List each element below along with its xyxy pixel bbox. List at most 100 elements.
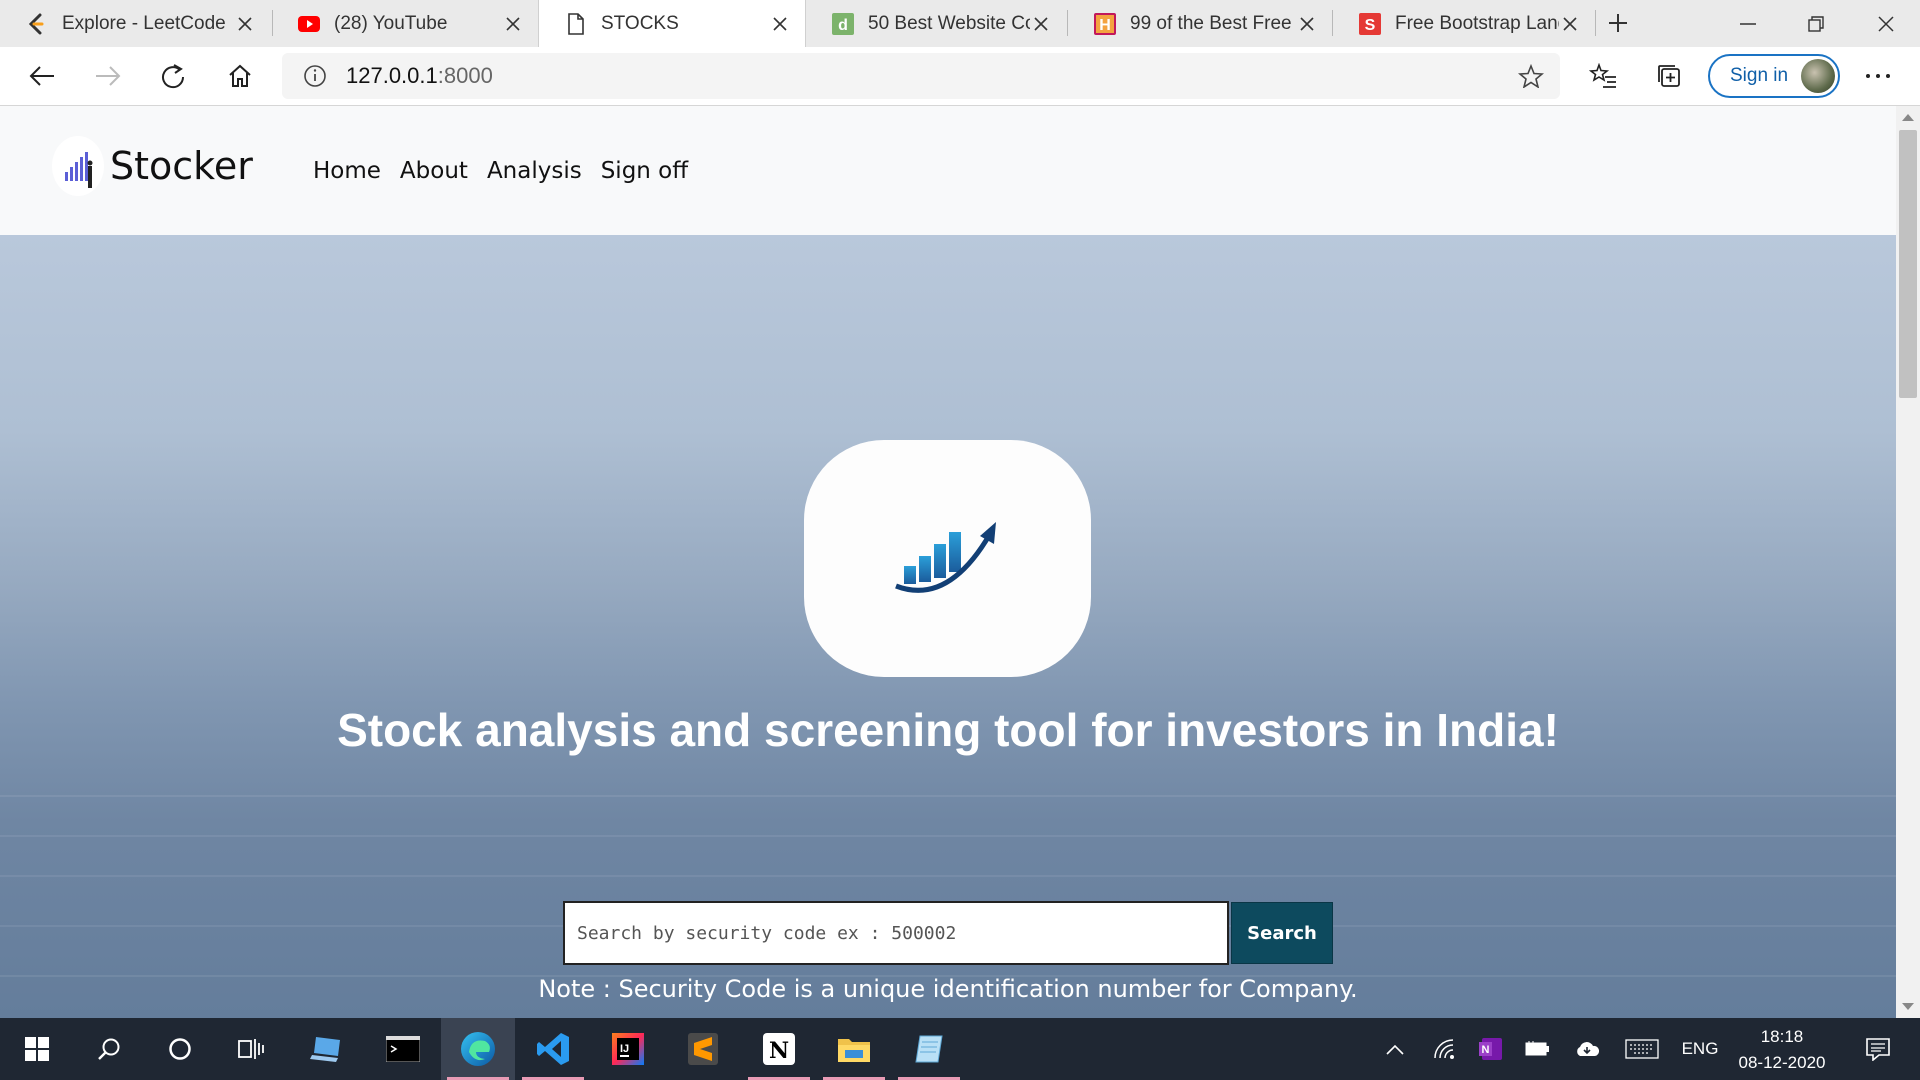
hero-headline: Stock analysis and screening tool for in…: [337, 704, 1559, 756]
page-scrollbar[interactable]: [1896, 106, 1920, 1018]
sign-in-button[interactable]: Sign in: [1708, 54, 1840, 98]
notification-icon: [1866, 1038, 1890, 1061]
collections-icon: [1658, 65, 1680, 87]
svg-text:d: d: [838, 17, 848, 34]
tab-leetcode[interactable]: Explore - LeetCode: [0, 0, 270, 47]
close-icon[interactable]: [502, 13, 524, 35]
tab-title: Explore - LeetCode: [62, 12, 226, 34]
back-arrow-icon: [29, 66, 54, 86]
start-button[interactable]: [0, 1018, 74, 1080]
close-icon[interactable]: [1559, 13, 1581, 35]
more-menu-button[interactable]: [1858, 56, 1898, 96]
back-button[interactable]: [22, 56, 62, 96]
tab-title: (28) YouTube: [334, 12, 448, 34]
avatar: [1801, 59, 1835, 93]
windows-logo-icon: [25, 1037, 49, 1061]
url-port: :8000: [437, 63, 493, 88]
tab-divider: [1595, 10, 1596, 36]
growth-chart-icon: [894, 521, 996, 593]
onenote-icon: N: [1479, 1038, 1502, 1060]
brand[interactable]: Stocker: [52, 136, 253, 196]
svg-text:N: N: [769, 1038, 789, 1064]
touch-keyboard-button[interactable]: [1622, 1018, 1662, 1080]
taskbar-notion-app[interactable]: N: [742, 1018, 816, 1080]
url-host: 127.0.0.1: [346, 63, 438, 88]
minimize-button[interactable]: [1714, 0, 1782, 47]
svg-text:N: N: [1482, 1044, 1490, 1056]
scrollbar-thumb[interactable]: [1899, 130, 1917, 398]
scroll-up-icon[interactable]: [1902, 114, 1914, 121]
language-indicator[interactable]: ENG: [1674, 1018, 1726, 1080]
star-icon[interactable]: [1518, 64, 1544, 88]
close-icon[interactable]: [234, 13, 256, 35]
battery-icon: [1525, 1041, 1549, 1056]
taskbar-notepad-app[interactable]: [892, 1018, 966, 1080]
close-icon[interactable]: [1296, 13, 1318, 35]
intellij-icon: IJ: [612, 1033, 644, 1065]
taskbar-intellij-app[interactable]: IJ: [591, 1018, 665, 1080]
tab-best-free[interactable]: H 99 of the Best Free H: [1068, 0, 1332, 47]
leetcode-icon: [26, 13, 48, 35]
nav-analysis[interactable]: Analysis: [487, 158, 582, 184]
collections-button[interactable]: [1649, 56, 1689, 96]
task-view-button[interactable]: [214, 1018, 288, 1080]
network-button[interactable]: [1428, 1018, 1462, 1080]
page-icon: [565, 12, 587, 35]
taskbar-terminal-app[interactable]: [366, 1018, 440, 1080]
clock-time: 18:18: [1760, 1027, 1804, 1046]
tab-stocks[interactable]: STOCKS: [538, 0, 806, 47]
refresh-button[interactable]: [153, 56, 193, 96]
action-center-button[interactable]: [1856, 1018, 1900, 1080]
close-icon[interactable]: [769, 13, 791, 35]
favorites-button[interactable]: [1583, 56, 1623, 96]
new-tab-button[interactable]: [1600, 8, 1636, 38]
taskbar-sublime-app[interactable]: [666, 1018, 740, 1080]
svg-text:IJ: IJ: [620, 1043, 629, 1055]
tab-website-colors[interactable]: d 50 Best Website Colo: [806, 0, 1066, 47]
refresh-icon: [162, 64, 185, 89]
system-clock[interactable]: 18:18 08-12-2020: [1724, 1024, 1840, 1076]
forward-button[interactable]: [88, 56, 128, 96]
tab-youtube[interactable]: (28) YouTube: [272, 0, 538, 47]
tab-strip: Explore - LeetCode (28) YouTube STOCKS d…: [0, 0, 1920, 47]
info-icon[interactable]: [302, 63, 328, 89]
onedrive-button[interactable]: [1570, 1018, 1604, 1080]
taskbar-laptop-app[interactable]: [290, 1018, 364, 1080]
security-code-search-input[interactable]: [563, 901, 1229, 965]
home-button[interactable]: [220, 56, 260, 96]
taskbar-search-button[interactable]: [72, 1018, 146, 1080]
hero-section: Stock analysis and screening tool for in…: [0, 235, 1896, 1018]
minimize-icon: [1740, 22, 1756, 25]
nav-sign-off[interactable]: Sign off: [601, 158, 688, 184]
language-text: ENG: [1681, 1039, 1719, 1058]
favorites-list-icon: [1589, 63, 1616, 88]
keyboard-icon: [1625, 1039, 1659, 1059]
battery-button[interactable]: [1521, 1018, 1555, 1080]
nav-about[interactable]: About: [400, 158, 468, 184]
taskbar-edge-app[interactable]: [441, 1018, 515, 1080]
notepad-icon: [915, 1035, 943, 1063]
vscode-icon: [537, 1033, 569, 1065]
address-bar[interactable]: 127.0.0.1:8000: [282, 53, 1560, 99]
show-hidden-icons-button[interactable]: [1380, 1018, 1410, 1080]
chevron-up-icon: [1386, 1044, 1404, 1055]
restore-button[interactable]: [1782, 0, 1850, 47]
sign-in-label: Sign in: [1730, 65, 1789, 86]
onenote-tray-button[interactable]: N: [1474, 1018, 1508, 1080]
taskbar-vscode-app[interactable]: [516, 1018, 590, 1080]
taskbar-file-explorer-app[interactable]: [817, 1018, 891, 1080]
terminal-icon: [386, 1036, 420, 1062]
search-form: Search: [563, 901, 1333, 965]
tab-title: STOCKS: [601, 12, 679, 34]
tab-bootstrap[interactable]: S Free Bootstrap Landi: [1333, 0, 1595, 47]
scroll-down-icon[interactable]: [1902, 1003, 1914, 1010]
close-window-button[interactable]: [1852, 0, 1920, 47]
nav-home[interactable]: Home: [313, 158, 381, 184]
cortana-button[interactable]: [143, 1018, 217, 1080]
close-icon[interactable]: [1030, 13, 1052, 35]
laptop-icon: [310, 1037, 340, 1062]
restore-icon: [1808, 15, 1824, 32]
s-icon: S: [1359, 12, 1381, 35]
folder-icon: [838, 1039, 870, 1062]
search-button[interactable]: Search: [1231, 902, 1333, 964]
